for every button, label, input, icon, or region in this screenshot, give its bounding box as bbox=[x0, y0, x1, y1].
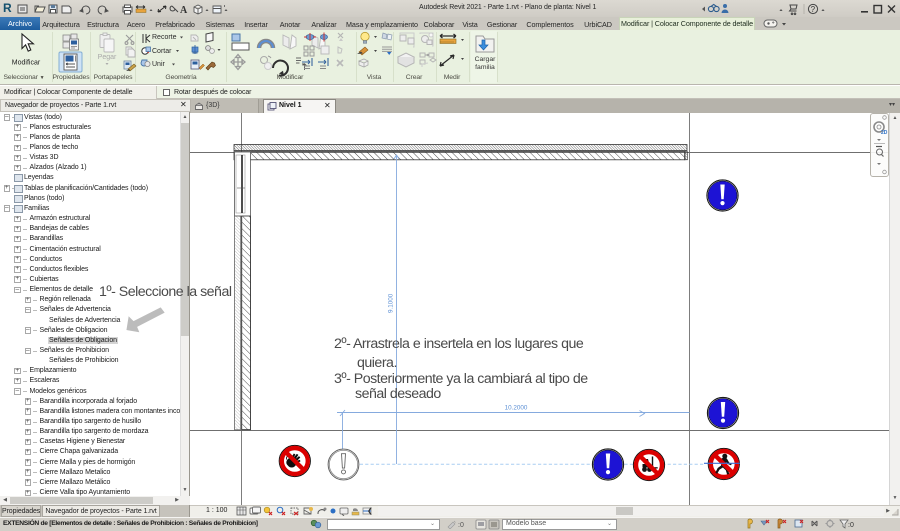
svg-text:10.2000: 10.2000 bbox=[505, 405, 528, 412]
svg-text:familia: familia bbox=[475, 64, 495, 71]
svg-text:?: ? bbox=[811, 5, 816, 14]
svg-text::0: :0 bbox=[848, 522, 854, 529]
svg-text::0: :0 bbox=[458, 522, 464, 529]
svg-text:Cargar: Cargar bbox=[475, 56, 497, 63]
svg-text:Unir: Unir bbox=[152, 61, 166, 68]
svg-text:9.1000: 9.1000 bbox=[388, 293, 395, 313]
svg-text:A: A bbox=[180, 5, 188, 16]
svg-text:2D: 2D bbox=[881, 130, 888, 136]
svg-text:Cortar: Cortar bbox=[152, 48, 172, 55]
svg-text:Recorte: Recorte bbox=[152, 34, 177, 41]
svg-text:Modificar: Modificar bbox=[12, 60, 41, 67]
svg-text:Pegar: Pegar bbox=[98, 54, 117, 61]
